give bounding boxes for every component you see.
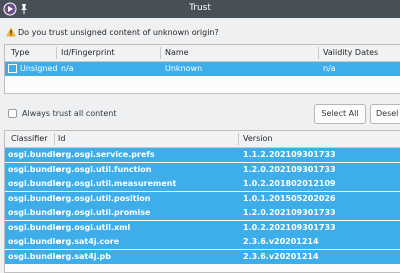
cell-classifier: osgi.bundle <box>8 208 61 217</box>
table-row[interactable]: osgi.bundle org.sat4j.core 2.3.6.v20201214 <box>5 235 400 249</box>
cell-classifier: osgi.bundle <box>8 193 61 203</box>
cell-id: org.sat4j.pb <box>56 251 111 261</box>
column-divider[interactable] <box>56 47 57 59</box>
table-row[interactable]: osgi.bundle org.osgi.util.position 1.0.1.2… <box>5 191 400 206</box>
cell-version: 1.2.0.202109301733 <box>243 164 336 174</box>
cell-id: org.osgi.util.promise <box>56 208 151 217</box>
origin-table-header: Type Id/Fingerprint Name Validity Dates <box>5 45 400 62</box>
deselect-all-button[interactable]: Desel <box>370 104 400 124</box>
origin-table: Type Id/Fingerprint Name Validity Dates … <box>4 44 400 94</box>
cell-version: 1.0.2.202109301733 <box>243 222 336 232</box>
checkbox-box[interactable] <box>8 109 17 118</box>
column-divider[interactable] <box>318 47 319 59</box>
cell-classifier: osgi.bundle <box>8 237 61 246</box>
column-header-version[interactable]: Version <box>243 134 272 143</box>
cell-classifier: osgi.bundle <box>8 179 61 188</box>
title-bar: Trust <box>0 0 400 18</box>
cell-version: 1.2.0.202109301733 <box>243 208 336 217</box>
table-row[interactable]: osgi.bundle org.osgi.service.prefs 1.1.2.2… <box>5 148 400 162</box>
cell-classifier: osgi.bundle <box>8 164 61 174</box>
column-header-name[interactable]: Name <box>165 48 189 57</box>
cell-classifier: osgi.bundle <box>8 150 61 159</box>
cell-id: org.osgi.util.position <box>56 193 151 203</box>
always-trust-checkbox[interactable]: Always trust all content <box>6 108 146 120</box>
warning-icon <box>6 27 16 37</box>
cell-version: 1.0.1.201505202026 <box>243 193 336 203</box>
cell-name: Unknown <box>165 64 203 73</box>
always-trust-label: Always trust all content <box>22 109 117 118</box>
table-row[interactable]: osgi.bundle org.osgi.util.xml 1.0.2.202109… <box>5 220 400 235</box>
table-row[interactable]: Unsigned n/a Unknown n/a <box>5 62 400 76</box>
column-divider[interactable] <box>54 133 55 145</box>
table-row[interactable]: osgi.bundle org.osgi.util.function 1.2.0.2… <box>5 162 400 177</box>
cell-id: n/a <box>61 64 74 73</box>
cell-classifier: osgi.bundle <box>8 251 61 261</box>
trust-question: Do you trust unsigned content of unknown… <box>4 26 394 40</box>
cell-id: org.osgi.service.prefs <box>56 150 155 159</box>
cell-version: 1.0.2.201802012109 <box>243 179 336 188</box>
row-checkbox[interactable] <box>8 64 17 73</box>
column-divider[interactable] <box>238 133 239 145</box>
column-header-id[interactable]: Id <box>58 134 65 143</box>
column-header-type[interactable]: Type <box>11 48 29 57</box>
cell-version: 1.1.2.202109301733 <box>243 150 336 159</box>
select-all-button[interactable]: Select All <box>314 104 366 124</box>
cell-version: 2.3.6.v20201214 <box>243 237 319 246</box>
content-table-header: Classifier Id Version <box>5 131 400 148</box>
table-row[interactable]: osgi.bundle org.sat4j.pb 2.3.6.v20201214 <box>5 249 400 264</box>
column-header-classifier[interactable]: Classifier <box>11 134 48 143</box>
cell-id: org.osgi.util.measurement <box>56 179 177 188</box>
trust-question-text: Do you trust unsigned content of unknown… <box>18 28 219 37</box>
content-table: Classifier Id Version osgi.bundle org.osg… <box>4 130 400 273</box>
column-divider[interactable] <box>160 47 161 59</box>
window-title: Trust <box>189 3 211 13</box>
cell-classifier: osgi.bundle <box>8 222 61 232</box>
cell-id: org.sat4j.core <box>56 237 120 246</box>
table-row[interactable]: osgi.bundle org.osgi.util.measurement 1.0.… <box>5 177 400 191</box>
cell-id: org.osgi.util.xml <box>56 222 131 232</box>
table-row[interactable]: osgi.bundle org.osgi.util.promise 1.2.0.20… <box>5 206 400 220</box>
column-header-id-fingerprint[interactable]: Id/Fingerprint <box>61 48 115 57</box>
column-header-validity-dates[interactable]: Validity Dates <box>323 48 378 57</box>
cell-type: Unsigned <box>20 64 58 73</box>
cell-version: 2.3.6.v20201214 <box>243 251 319 261</box>
cell-validity: n/a <box>323 64 336 73</box>
cell-id: org.osgi.util.function <box>56 164 152 174</box>
